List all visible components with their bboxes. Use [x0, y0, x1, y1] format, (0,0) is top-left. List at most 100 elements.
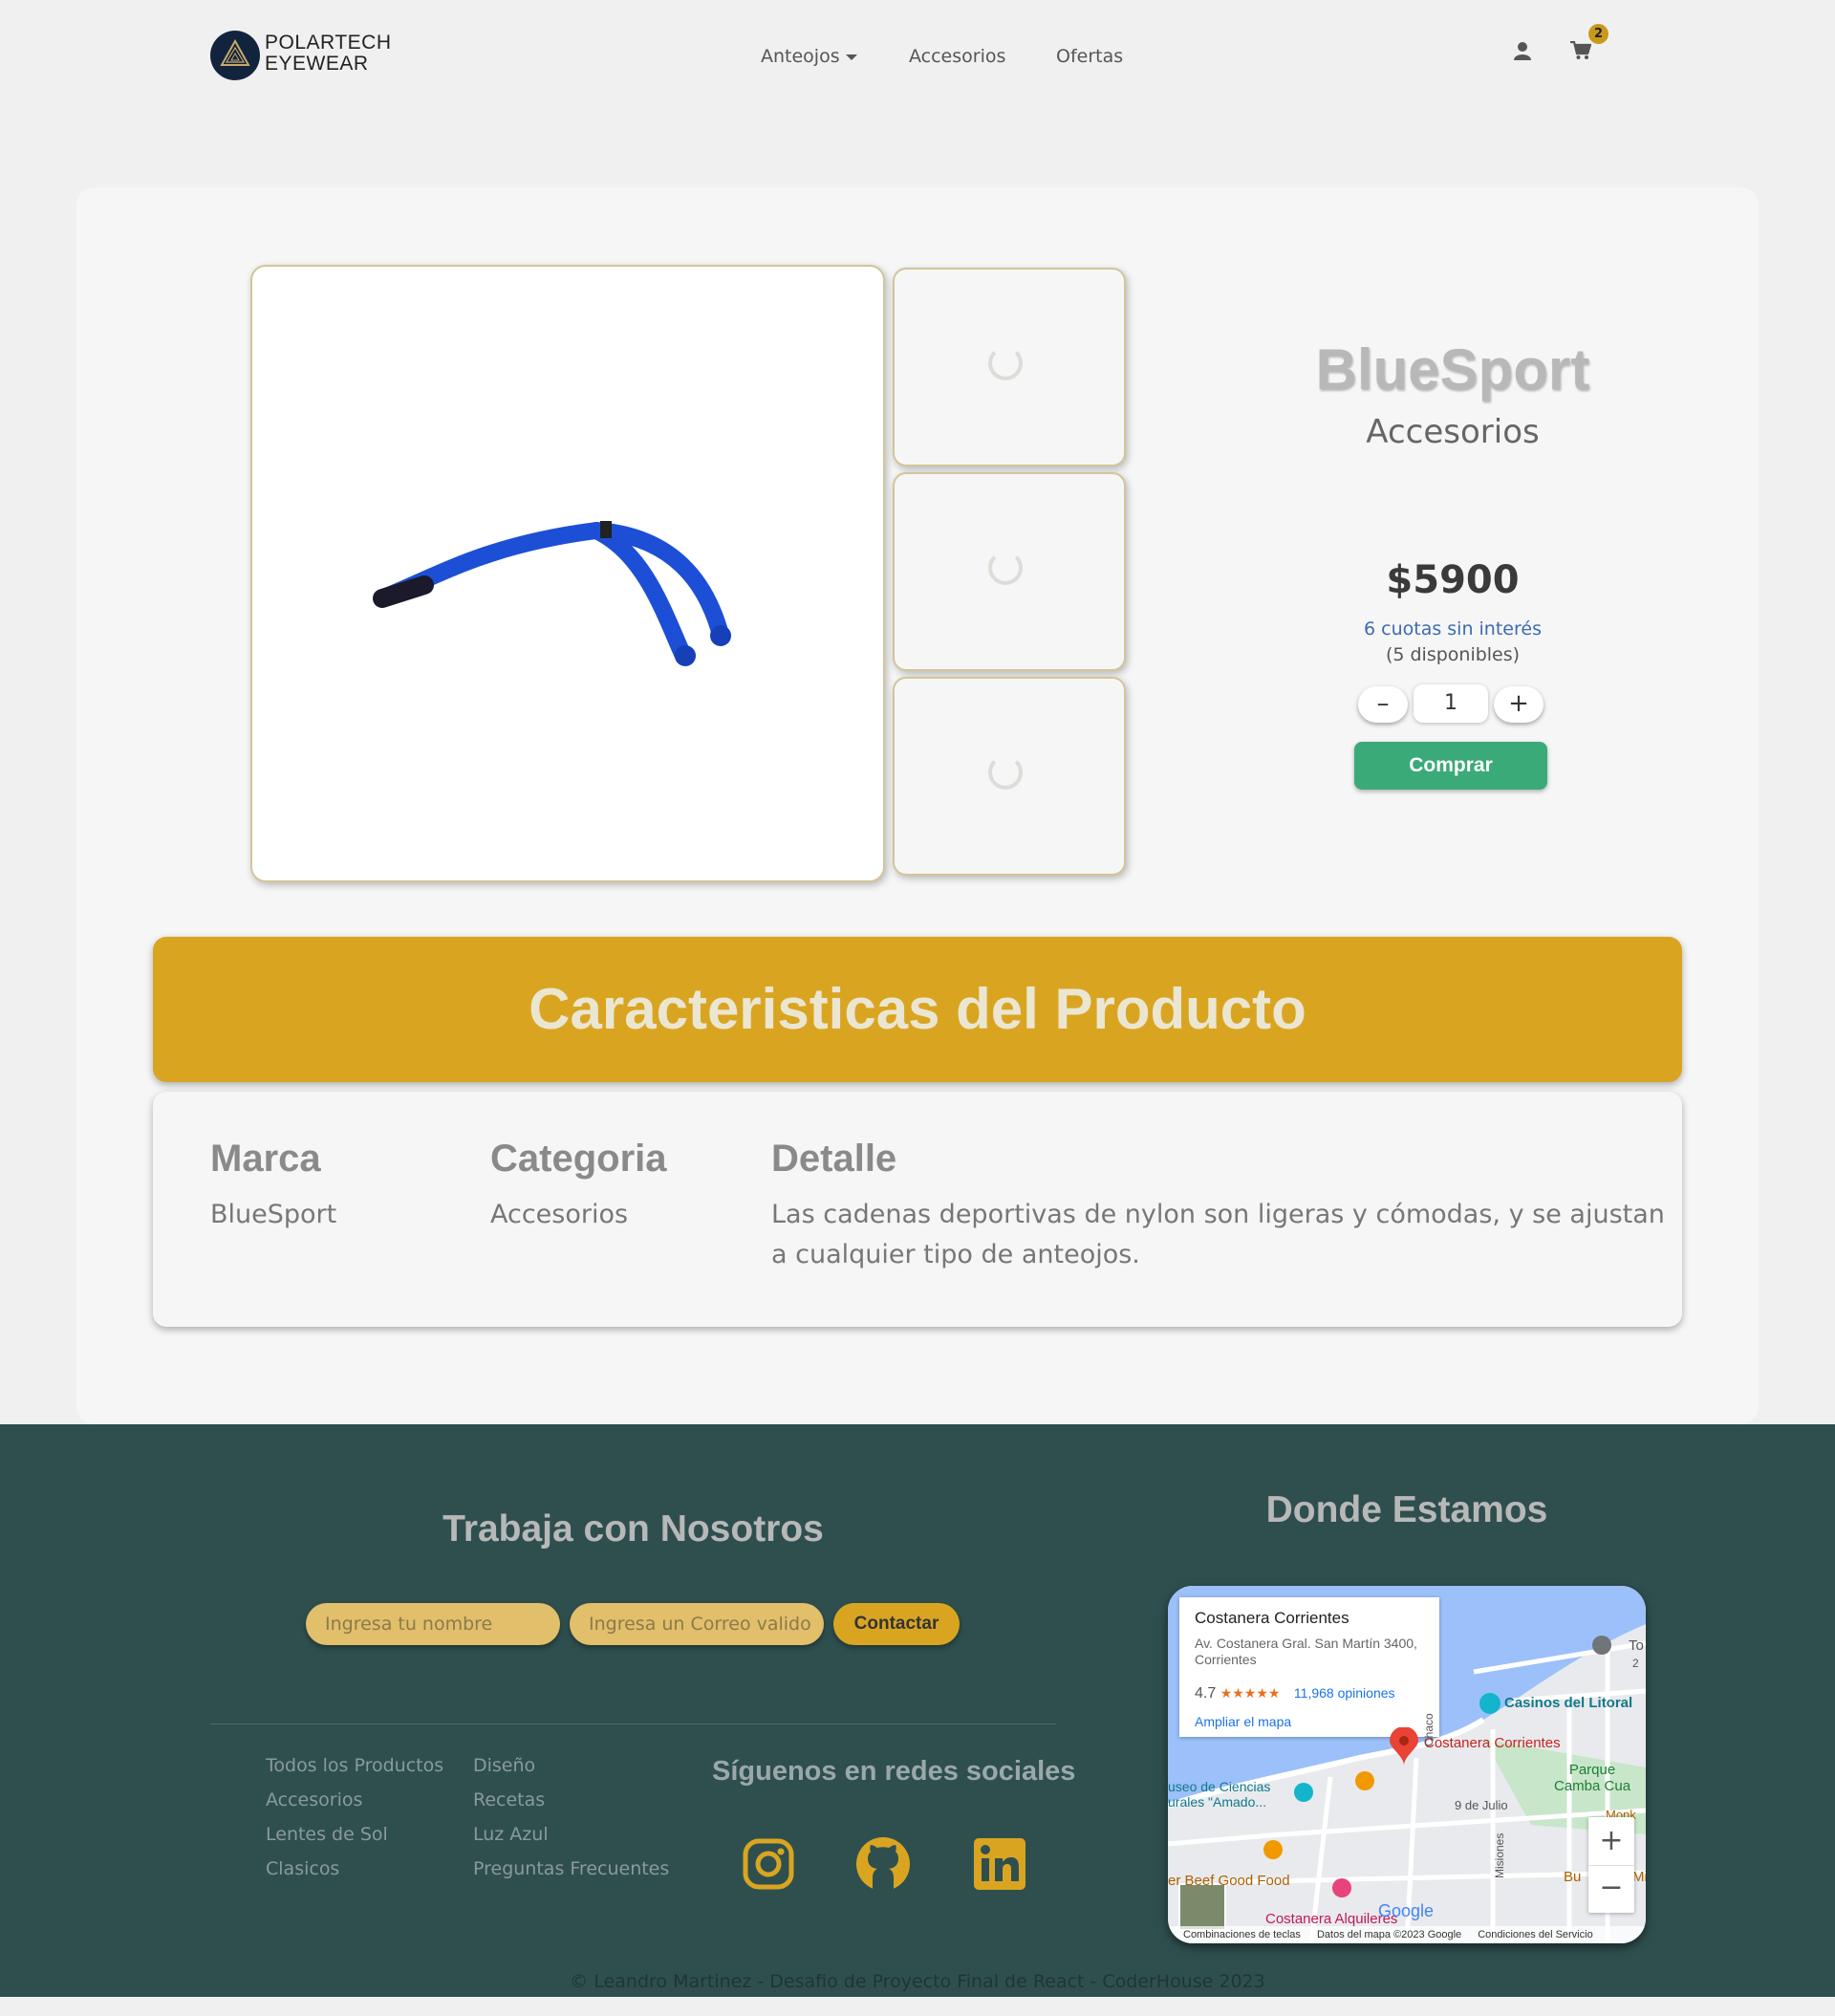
- map-keyboard-shortcuts[interactable]: Combinaciones de teclas: [1183, 1929, 1301, 1940]
- map-label-to-number: 2: [1632, 1657, 1639, 1670]
- map-address-line2: Corrientes: [1195, 1652, 1257, 1667]
- map-label-casinos: Casinos del Litoral: [1504, 1695, 1633, 1711]
- map-label-9-julio: 9 de Julio: [1455, 1798, 1508, 1812]
- map-label-misiones: Misiones: [1493, 1833, 1506, 1878]
- product-price: $5900: [1386, 558, 1520, 602]
- footer-link-all-products[interactable]: Todos los Productos: [266, 1755, 443, 1776]
- nav-anteojos-label: Anteojos: [761, 46, 840, 67]
- nav-anteojos[interactable]: Anteojos: [761, 46, 857, 67]
- map-label-chaco-text: Chaco: [1422, 1713, 1436, 1746]
- footer-link-diseno[interactable]: Diseño: [473, 1755, 535, 1776]
- map-label-museo-line1: useo de Ciencias: [1168, 1779, 1271, 1794]
- social-title: Síguenos en redes sociales: [712, 1756, 1076, 1787]
- bottom-strip: [0, 1997, 1835, 2016]
- map-address: Av. Costanera Gral. San Martín 3400, Cor…: [1195, 1636, 1417, 1668]
- nav-accesorios[interactable]: Accesorios: [909, 46, 1005, 67]
- footer-link-luz-azul[interactable]: Luz Azul: [473, 1824, 549, 1845]
- cart-count-badge: 2: [1588, 24, 1608, 44]
- map-terms-link[interactable]: Condiciones del Servicio: [1478, 1929, 1592, 1940]
- map-label-museo-line2: urales "Amado...: [1168, 1794, 1267, 1810]
- product-category: Accesorios: [1366, 413, 1540, 451]
- map-label-to: To: [1629, 1637, 1644, 1654]
- sport-cord-image: [373, 521, 731, 666]
- footer-divider: [210, 1723, 1056, 1724]
- loading-spinner-icon: [988, 551, 1023, 585]
- buy-button[interactable]: Comprar: [1354, 742, 1547, 790]
- name-input[interactable]: Ingresa tu nombre: [306, 1603, 560, 1645]
- cart-icon[interactable]: [1570, 41, 1591, 60]
- lodging-marker-icon[interactable]: [1332, 1878, 1351, 1897]
- footer-link-lentes-de-sol[interactable]: Lentes de Sol: [266, 1824, 388, 1845]
- brand-logo-triangle-icon: [220, 38, 250, 66]
- detail-line-1: Las cadenas deportivas de nylon son lige…: [771, 1200, 1665, 1229]
- map-reviews-link[interactable]: 11,968 opiniones: [1294, 1685, 1395, 1701]
- map-zoom-out-button[interactable]: −: [1588, 1865, 1634, 1914]
- installments-text: 6 cuotas sin interés: [1364, 618, 1542, 639]
- footer-link-recetas[interactable]: Recetas: [473, 1789, 545, 1810]
- product-title: BlueSport: [1315, 337, 1590, 401]
- brand-line2: EYEWEAR: [265, 53, 369, 75]
- loading-spinner-icon: [988, 755, 1023, 790]
- map-expand-link[interactable]: Ampliar el mapa: [1195, 1714, 1291, 1729]
- casino-marker-icon[interactable]: [1479, 1693, 1500, 1714]
- instagram-icon[interactable]: [740, 1835, 797, 1893]
- map-zoom-controls: + −: [1588, 1817, 1634, 1913]
- map-label-parque-line1: Parque: [1568, 1762, 1616, 1778]
- brand-line1: POLARTECH: [265, 32, 392, 54]
- map-rating: 4.7: [1195, 1685, 1217, 1702]
- detail-heading: Detalle: [771, 1138, 897, 1180]
- brand-name[interactable]: POLARTECH EYEWEAR: [265, 33, 391, 75]
- map-label-costanera: Costanera Corrientes: [1424, 1735, 1561, 1751]
- stock-text: (5 disponibles): [1385, 644, 1521, 665]
- map-label-museo: useo de Ciencias urales "Amado...: [1168, 1779, 1270, 1810]
- detail-text: Las cadenas deportivas de nylon son lige…: [771, 1195, 1665, 1275]
- map-attribution-bar: Combinaciones de teclas Datos del mapa ©…: [1168, 1926, 1646, 1943]
- footer-link-accesorios[interactable]: Accesorios: [266, 1789, 362, 1810]
- footer-link-clasicos[interactable]: Clasicos: [266, 1858, 339, 1879]
- map-pin-icon[interactable]: [1390, 1727, 1418, 1766]
- map-place-name: Costanera Corrientes: [1195, 1609, 1349, 1627]
- museum-marker-icon[interactable]: [1294, 1783, 1313, 1802]
- location-title: Donde Estamos: [1265, 1489, 1548, 1530]
- loading-spinner-icon: [988, 346, 1023, 380]
- email-input[interactable]: Ingresa un Correo valido: [570, 1603, 824, 1645]
- place-marker-icon[interactable]: [1592, 1636, 1611, 1655]
- google-logo: Google: [1378, 1901, 1435, 1920]
- map-label-bu: Bu: [1564, 1869, 1582, 1885]
- food-marker-icon[interactable]: [1263, 1840, 1283, 1859]
- features-banner: Caracteristicas del Producto: [153, 937, 1682, 1082]
- star-rating-icon: ★★★★★: [1220, 1685, 1281, 1701]
- github-icon[interactable]: [854, 1835, 912, 1893]
- map-label-mi: Mi: [1632, 1869, 1646, 1885]
- map-label-parque: Parque Camba Cua: [1554, 1762, 1630, 1794]
- brand-heading: Marca: [210, 1138, 321, 1180]
- linkedin-icon[interactable]: [971, 1835, 1028, 1893]
- map-label-food: er Beef Good Food: [1168, 1873, 1290, 1889]
- category-value: Accesorios: [490, 1200, 629, 1229]
- caret-down-icon: [845, 54, 857, 60]
- google-map[interactable]: Costanera Corrientes Av. Costanera Gral.…: [1168, 1586, 1646, 1943]
- quantity-decrease-button[interactable]: –: [1358, 686, 1408, 723]
- quantity-value: 1: [1414, 684, 1488, 723]
- map-label-parque-line2: Camba Cua: [1554, 1778, 1631, 1794]
- map-label-chaco: Chaco: [1422, 1713, 1436, 1746]
- nav-ofertas[interactable]: Ofertas: [1056, 46, 1123, 67]
- footer-link-faq[interactable]: Preguntas Frecuentes: [473, 1858, 669, 1879]
- user-icon[interactable]: [1514, 41, 1531, 60]
- product-main-image[interactable]: [250, 265, 885, 882]
- copyright-text: © Leandro Martinez - Desafio de Proyecto…: [570, 1971, 1265, 1992]
- brand-value: BlueSport: [210, 1200, 337, 1229]
- map-zoom-in-button[interactable]: +: [1588, 1817, 1634, 1865]
- map-info-card: Costanera Corrientes Av. Costanera Gral.…: [1179, 1597, 1439, 1737]
- map-data-credit: Datos del mapa ©2023 Google: [1316, 1929, 1462, 1940]
- product-thumbnail-3[interactable]: [893, 677, 1126, 876]
- contact-button[interactable]: Contactar: [833, 1603, 960, 1645]
- quantity-increase-button[interactable]: +: [1494, 686, 1544, 723]
- map-rating-row: 4.7 ★★★★★ 11,968 opiniones: [1195, 1685, 1395, 1702]
- map-address-line1: Av. Costanera Gral. San Martín 3400,: [1195, 1636, 1417, 1651]
- product-thumbnail-1[interactable]: [893, 268, 1126, 466]
- detail-line-2: a cualquier tipo de anteojos.: [771, 1240, 1140, 1269]
- work-with-us-title: Trabaja con Nosotros: [443, 1508, 824, 1550]
- restaurant-marker-icon[interactable]: [1355, 1771, 1374, 1790]
- product-thumbnail-2[interactable]: [893, 472, 1126, 671]
